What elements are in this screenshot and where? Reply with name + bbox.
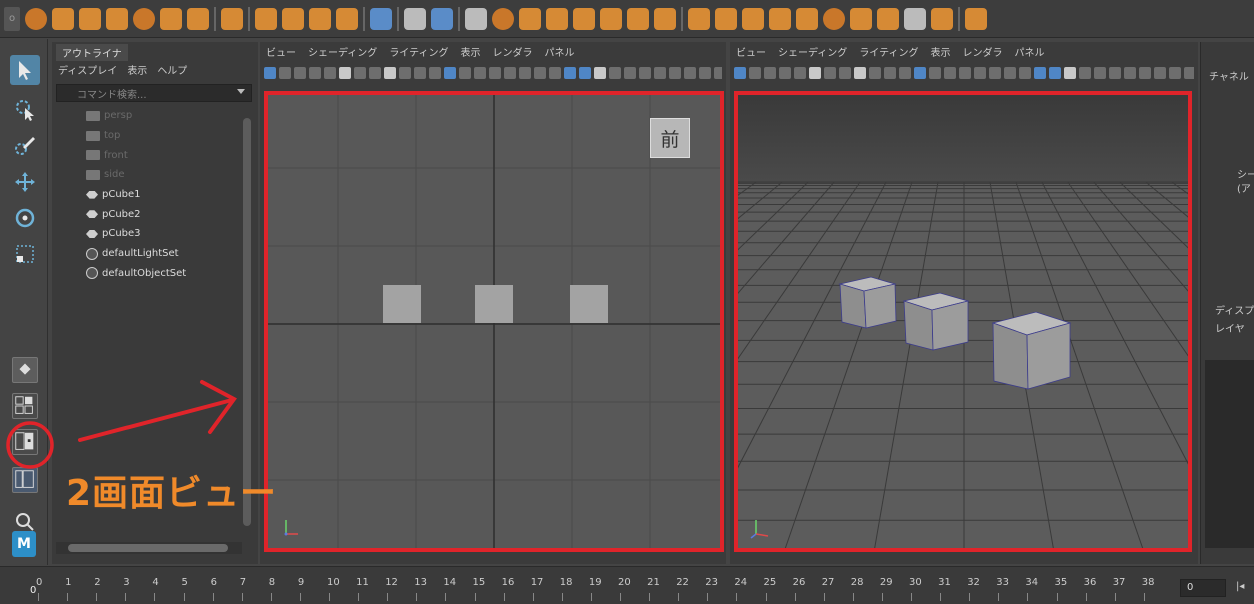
frame-number: 22 xyxy=(676,577,689,588)
frame-tick xyxy=(329,593,330,601)
current-time-field[interactable]: 0 xyxy=(1180,579,1226,597)
frame-tick xyxy=(1085,593,1087,601)
frame-number: 7 xyxy=(239,577,247,588)
frame-number: 34 xyxy=(1025,577,1039,588)
frame-tick xyxy=(561,593,563,601)
frame-tick xyxy=(270,593,272,601)
frame-tick xyxy=(212,593,214,601)
frame-tick xyxy=(358,593,360,601)
frame-number: 25 xyxy=(763,577,777,588)
frame-tick xyxy=(969,593,971,601)
frame-tick xyxy=(38,593,39,601)
frame-tick xyxy=(1056,593,1058,601)
frame-tick xyxy=(852,593,854,601)
frame-number: 16 xyxy=(501,577,515,588)
frame-number: 37 xyxy=(1112,577,1126,588)
frame-number: 11 xyxy=(356,577,369,588)
frame-number: 8 xyxy=(268,577,276,588)
frame-tick xyxy=(794,593,796,601)
frame-number: 9 xyxy=(297,577,305,588)
frame-tick xyxy=(620,593,621,601)
time-ruler[interactable]: 0 1 2 3 4 5 6 7 8 9 10 11 12 13 14 15 16 17 18 19 20 21 22 23 24… xyxy=(28,571,1166,603)
frame-tick xyxy=(96,593,98,601)
frame-number: 0 xyxy=(36,577,43,588)
frame-tick xyxy=(416,593,418,601)
go-to-start-icon[interactable]: |◂ xyxy=(1236,581,1244,592)
frame-number: 4 xyxy=(152,577,159,588)
frame-number: 14 xyxy=(443,577,457,588)
frame-number: 31 xyxy=(938,577,951,588)
frame-number: 33 xyxy=(996,577,1010,588)
frame-tick xyxy=(67,593,69,601)
frame-tick xyxy=(911,593,912,601)
frame-tick xyxy=(183,593,185,601)
frame-tick xyxy=(707,593,709,601)
frame-number: 6 xyxy=(210,577,217,588)
frame-tick xyxy=(736,593,738,601)
frame-number: 12 xyxy=(385,577,398,588)
frame-number: 29 xyxy=(879,577,893,588)
time-slider[interactable]: 0 1 2 3 4 5 6 7 8 9 10 11 12 13 14 15 16 17 18 19 20 21 22 23 24… xyxy=(0,566,1254,604)
frame-number: 15 xyxy=(472,577,486,588)
frame-number: 23 xyxy=(705,577,719,588)
frame-tick xyxy=(1027,593,1029,601)
frame-number: 35 xyxy=(1054,577,1068,588)
frame-tick xyxy=(1143,593,1145,601)
frame-number: 20 xyxy=(618,577,631,588)
frame-tick xyxy=(241,593,243,601)
frame-number: 27 xyxy=(821,577,835,588)
frame-tick xyxy=(1114,593,1116,601)
frame-tick xyxy=(881,593,883,601)
frame-number: 30 xyxy=(909,577,922,588)
frame-number: 36 xyxy=(1083,577,1097,588)
frame-tick xyxy=(678,593,680,601)
arrow-icon xyxy=(78,380,237,442)
frame-number: 1 xyxy=(65,577,72,588)
frame-number: 32 xyxy=(967,577,980,588)
frame-tick xyxy=(590,593,592,601)
frame-tick xyxy=(299,593,301,601)
frame-tick xyxy=(998,593,1000,601)
frame-number: 13 xyxy=(414,577,428,588)
annotation-label: 2画面ビュー xyxy=(66,473,278,514)
frame-number: 28 xyxy=(850,577,864,588)
frame-tick xyxy=(503,593,505,601)
frame-tick xyxy=(940,593,942,601)
highlight-circle xyxy=(6,421,54,469)
frame-number: 3 xyxy=(123,577,130,588)
frame-number: 2 xyxy=(94,577,101,588)
frame-tick xyxy=(387,593,389,601)
frame-number: 38 xyxy=(1141,577,1155,588)
frame-tick xyxy=(649,593,651,601)
frame-tick xyxy=(823,593,825,601)
frame-number: 24 xyxy=(734,577,748,588)
current-frame-marker: 0 xyxy=(30,585,37,596)
highlight-box-front xyxy=(264,91,724,552)
frame-number: 5 xyxy=(181,577,188,588)
frame-tick xyxy=(445,593,447,601)
highlight-box-persp xyxy=(734,91,1192,552)
frame-tick xyxy=(474,593,476,601)
frame-tick xyxy=(125,593,127,601)
frame-number: 18 xyxy=(559,577,573,588)
frame-tick xyxy=(765,593,767,601)
frame-number: 21 xyxy=(647,577,660,588)
frame-number: 17 xyxy=(530,577,544,588)
frame-number: 26 xyxy=(792,577,806,588)
frame-tick xyxy=(154,593,156,601)
frame-number: 19 xyxy=(588,577,602,588)
frame-tick xyxy=(532,593,534,601)
frame-number: 10 xyxy=(327,577,340,588)
